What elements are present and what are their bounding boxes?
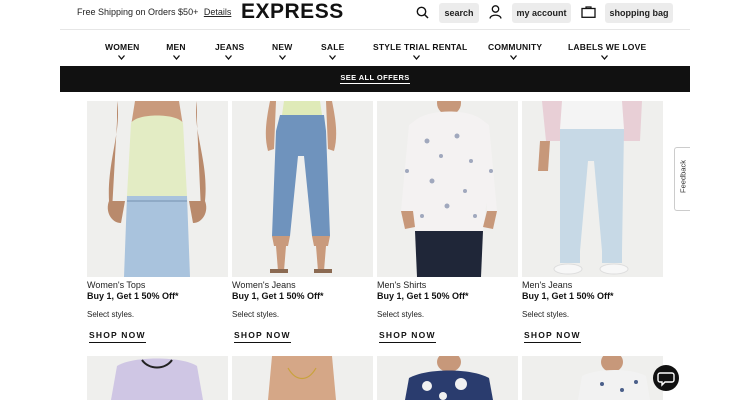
shop-now-link[interactable]: SHOP NOW <box>379 330 436 343</box>
header: Free Shipping on Orders $50+ Details EXP… <box>0 0 750 28</box>
product-category[interactable]: Women's Tops <box>87 280 228 290</box>
product-category[interactable]: Men's Jeans <box>522 280 663 290</box>
product-image[interactable] <box>87 356 228 400</box>
chevron-down-icon <box>412 55 420 60</box>
user-icon[interactable] <box>489 5 502 19</box>
feedback-tab[interactable]: Feedback <box>674 147 690 211</box>
promo-banner: Free Shipping on Orders $50+ Details <box>77 7 231 17</box>
nav-label: LABELS WE LOVE <box>568 42 647 52</box>
search-button[interactable]: search <box>439 3 479 23</box>
product-image[interactable] <box>232 101 373 277</box>
nav-label: STYLE TRIAL RENTAL <box>373 42 468 52</box>
nav-label: MEN <box>166 42 186 52</box>
logo[interactable]: EXPRESS <box>241 0 344 24</box>
product-note: Select styles. <box>232 310 280 319</box>
nav-label: NEW <box>272 42 293 52</box>
product-category[interactable]: Men's Shirts <box>377 280 518 290</box>
product-image[interactable] <box>522 101 663 277</box>
nav-label: SALE <box>321 42 345 52</box>
product-image[interactable] <box>232 356 373 400</box>
product-deal: Buy 1, Get 1 50% Off* <box>87 291 179 301</box>
product-image[interactable] <box>377 356 518 400</box>
shop-now-link[interactable]: SHOP NOW <box>89 330 146 343</box>
product-note: Select styles. <box>87 310 135 319</box>
product-note: Select styles. <box>522 310 570 319</box>
nav-item-community[interactable]: COMMUNITY <box>488 42 543 60</box>
account-button[interactable]: my account <box>512 3 571 23</box>
nav-label: JEANS <box>215 42 245 52</box>
shop-now-link[interactable]: SHOP NOW <box>524 330 581 343</box>
shop-now-link[interactable]: SHOP NOW <box>234 330 291 343</box>
product-card-womens-tops: Women's Tops Buy 1, Get 1 50% Off* Selec… <box>87 101 228 343</box>
product-image[interactable] <box>377 101 518 277</box>
chevron-down-icon <box>172 55 180 60</box>
nav-label: COMMUNITY <box>488 42 543 52</box>
chevron-down-icon <box>328 55 336 60</box>
nav-item-jeans[interactable]: JEANS <box>215 42 245 60</box>
nav-item-women[interactable]: WOMEN <box>105 42 140 60</box>
offers-bar: SEE ALL OFFERS <box>60 66 690 92</box>
nav-item-sale[interactable]: SALE <box>321 42 345 60</box>
nav-label: WOMEN <box>105 42 140 52</box>
product-category[interactable]: Women's Jeans <box>232 280 373 290</box>
promo-text: Free Shipping on Orders $50+ <box>77 7 199 17</box>
product-card-womens-jeans: Women's Jeans Buy 1, Get 1 50% Off* Sele… <box>232 101 373 343</box>
nav-item-labels-we-love[interactable]: LABELS WE LOVE <box>568 42 646 60</box>
search-icon[interactable] <box>416 6 429 19</box>
bag-icon[interactable] <box>581 5 596 18</box>
page: Free Shipping on Orders $50+ Details EXP… <box>0 0 750 400</box>
chat-icon <box>657 372 675 387</box>
nav-item-style-trial-rental[interactable]: STYLE TRIAL RENTAL <box>373 42 467 60</box>
nav-item-new[interactable]: NEW <box>272 42 292 60</box>
chat-button[interactable] <box>653 365 679 391</box>
chevron-down-icon <box>510 55 517 60</box>
product-note: Select styles. <box>377 310 425 319</box>
product-deal: Buy 1, Get 1 50% Off* <box>522 291 614 301</box>
product-card-mens-jeans: Men's Jeans Buy 1, Get 1 50% Off* Select… <box>522 101 663 343</box>
nav-item-men[interactable]: MEN <box>166 42 186 60</box>
feedback-label: Feedback <box>678 160 688 193</box>
product-card-mens-shirts: Men's Shirts Buy 1, Get 1 50% Off* Selec… <box>377 101 518 343</box>
product-image[interactable] <box>87 101 228 277</box>
promo-details-link[interactable]: Details <box>204 7 232 17</box>
chevron-down-icon <box>278 55 286 60</box>
chevron-down-icon <box>225 55 232 60</box>
header-divider <box>60 29 690 30</box>
product-deal: Buy 1, Get 1 50% Off* <box>377 291 469 301</box>
product-image[interactable] <box>522 356 663 400</box>
chevron-down-icon <box>600 55 608 60</box>
see-all-offers-link[interactable]: SEE ALL OFFERS <box>340 73 410 84</box>
product-deal: Buy 1, Get 1 50% Off* <box>232 291 324 301</box>
shopping-bag-button[interactable]: shopping bag <box>605 3 673 23</box>
chevron-down-icon <box>117 55 125 60</box>
